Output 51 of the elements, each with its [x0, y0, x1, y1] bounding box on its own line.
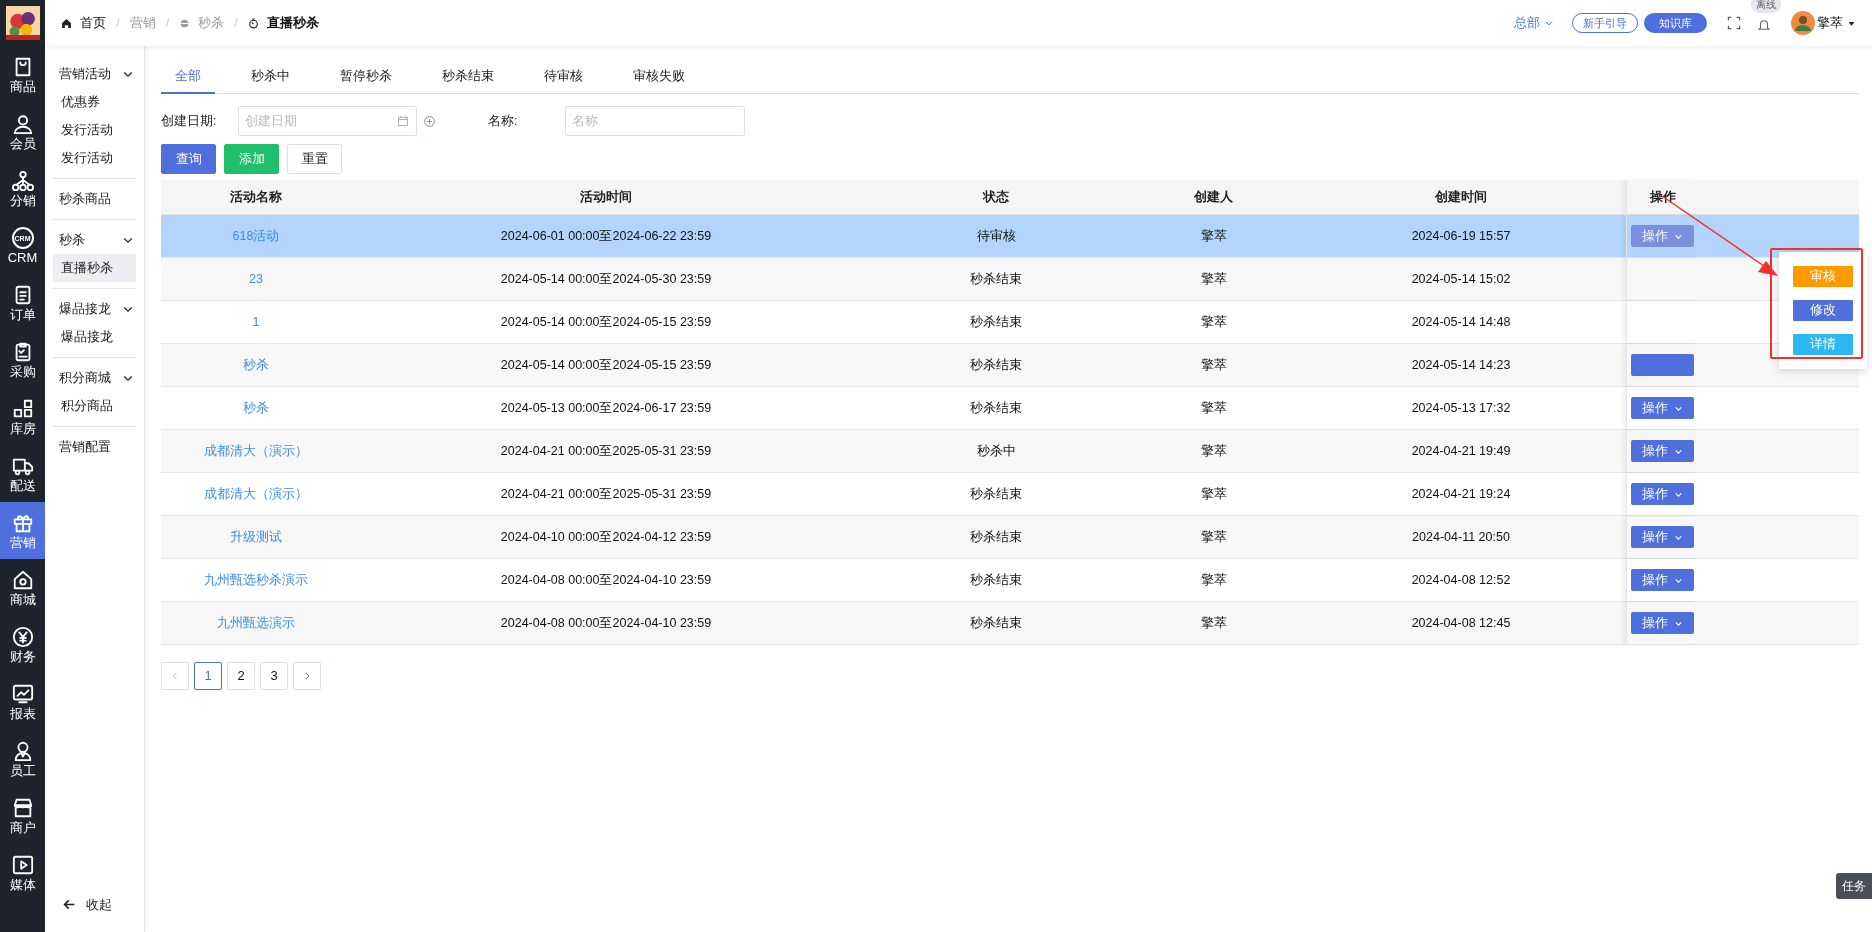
table-cell-text: 擎萃 — [1199, 313, 1228, 331]
column-header: 状态 — [981, 188, 1010, 206]
status-badge: 离线 — [1751, 0, 1781, 13]
column-header: 活动时间 — [579, 188, 633, 206]
table-cell-text: 擎萃 — [1199, 356, 1228, 374]
table-cell-text: 擎萃 — [1199, 270, 1228, 288]
column-header: 活动名称 — [229, 188, 283, 206]
table-cell-text: 2024-05-13 17:32 — [1410, 399, 1512, 417]
table-cell-text: 2024-05-13 00:00至2024-06-17 23:59 — [499, 399, 713, 417]
table-cell-text: 秒杀结束 — [969, 399, 1023, 417]
table-cell-text: 2024-06-01 00:00至2024-06-22 23:59 — [499, 227, 713, 245]
table-cell-text: 秒杀结束 — [969, 528, 1023, 546]
column-header: 创建人 — [1193, 188, 1234, 206]
table-cell-text: 2024-04-08 12:52 — [1410, 571, 1512, 589]
table-cell-text: 2024-04-21 19:24 — [1410, 485, 1512, 503]
table-cell-text: 待审核 — [975, 227, 1017, 245]
table-cell-text: 2024-05-14 00:00至2024-05-15 23:59 — [499, 356, 713, 374]
table-cell-text: 擎萃 — [1199, 442, 1228, 460]
table-cell-text: 秒杀结束 — [969, 270, 1023, 288]
field-label: 名称: — [488, 112, 519, 130]
breadcrumb-separator: / — [234, 14, 238, 33]
table-cell-text: 擎萃 — [1199, 399, 1228, 417]
table-cell-text: 2024-05-14 15:02 — [1410, 270, 1512, 288]
table-cell-text: 2024-05-14 00:00至2024-05-30 23:59 — [499, 270, 713, 288]
table-cell-text: 2024-06-19 15:57 — [1410, 227, 1512, 245]
table-cell-text: 秒杀结束 — [969, 571, 1023, 589]
table-cell-text: 擎萃 — [1199, 571, 1228, 589]
table-cell-text: 2024-04-08 00:00至2024-04-10 23:59 — [499, 614, 713, 632]
table-cell-text: 2024-05-14 00:00至2024-05-15 23:59 — [499, 313, 713, 331]
table-cell-text: 擎萃 — [1199, 485, 1228, 503]
table-cell-text: 2024-05-14 14:23 — [1410, 356, 1512, 374]
table-cell-text: 秒杀结束 — [969, 485, 1023, 503]
column-header: 创建时间 — [1434, 188, 1488, 206]
breadcrumb-separator: / — [165, 14, 170, 33]
table-cell-text: 2024-05-14 14:48 — [1410, 313, 1512, 331]
table-cell-text: 秒杀结束 — [969, 356, 1023, 374]
table-cell-text: 秒杀中 — [975, 442, 1017, 460]
table-cell-text: 秒杀结束 — [969, 614, 1023, 632]
table-cell-text: 2024-04-21 19:49 — [1410, 442, 1512, 460]
table-cell-text: 2024-04-10 00:00至2024-04-12 23:59 — [499, 528, 713, 546]
table-cell-text: 擎萃 — [1199, 528, 1228, 546]
table-cell-text: 2024-04-11 20:50 — [1411, 528, 1511, 546]
table-cell-text: 2024-04-08 12:45 — [1410, 614, 1512, 632]
table-cell-text: 擎萃 — [1199, 614, 1228, 632]
table-cell-text: 2024-04-21 00:00至2025-05-31 23:59 — [499, 442, 713, 460]
table-cell-text: 2024-04-21 00:00至2025-05-31 23:59 — [499, 485, 713, 503]
breadcrumb-separator: / — [116, 14, 120, 33]
table-cell-text: 秒杀结束 — [969, 313, 1023, 331]
table-cell-text: 擎萃 — [1199, 227, 1228, 245]
table-cell-text: 2024-04-08 00:00至2024-04-10 23:59 — [499, 571, 713, 589]
field-label: 创建日期: — [161, 112, 218, 130]
